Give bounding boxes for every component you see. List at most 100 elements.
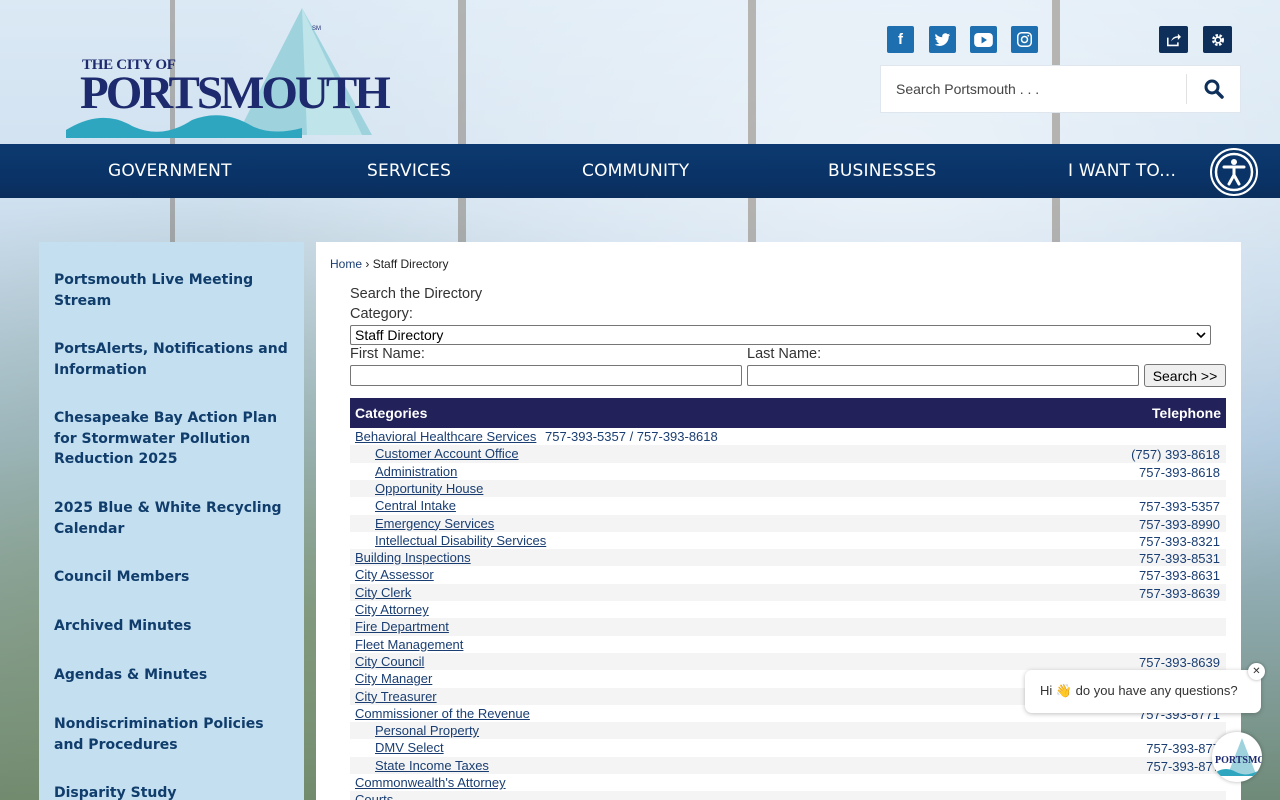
- table-row: Commonwealth's Attorney: [350, 774, 1226, 791]
- table-row: Fire Department: [350, 618, 1226, 636]
- search-button[interactable]: [1186, 74, 1240, 104]
- telephone-cell: 757-393-8631: [1139, 568, 1220, 584]
- category-link[interactable]: DMV Select: [375, 739, 444, 756]
- chat-message: Hi 👋 do you have any questions?: [1040, 683, 1238, 698]
- table-row: City Clerk 757-393-8639: [350, 583, 1226, 601]
- breadcrumb-separator: ›: [365, 257, 370, 271]
- telephone-cell: 757-393-8639: [1139, 585, 1220, 601]
- table-row: City Council 757-393-8639: [350, 652, 1226, 671]
- breadcrumb-current: Staff Directory: [372, 257, 449, 271]
- category-link[interactable]: Fire Department: [355, 618, 449, 635]
- nav-businesses[interactable]: BUSINESSES: [828, 144, 936, 198]
- accessibility-icon: [1214, 152, 1254, 192]
- site-search: [880, 65, 1241, 113]
- category-select[interactable]: Staff Directory: [350, 325, 1211, 345]
- category-link[interactable]: Commonwealth's Attorney: [355, 774, 506, 791]
- last-name-label: Last Name:: [747, 346, 822, 362]
- chat-logo-icon: PORTSMOUTH: [1215, 738, 1262, 776]
- category-link[interactable]: Building Inspections: [355, 549, 471, 566]
- youtube-icon[interactable]: [970, 26, 997, 53]
- category-link[interactable]: City Manager: [355, 670, 432, 687]
- category-link[interactable]: Opportunity House: [375, 480, 483, 497]
- category-link[interactable]: City Treasurer: [355, 688, 437, 705]
- sidebar-item-live-stream[interactable]: Portsmouth Live Meeting Stream: [54, 270, 289, 311]
- search-input[interactable]: [881, 66, 1187, 112]
- table-row: Central Intake 757-393-5357: [350, 497, 1226, 514]
- telephone-cell: 757-393-8618: [1139, 464, 1220, 480]
- main-nav: GOVERNMENT SERVICES COMMUNITY BUSINESSES…: [0, 144, 1280, 198]
- table-row: Behavioral Healthcare Services 757-393-53…: [350, 428, 1226, 445]
- telephone-cell: 757-393-877: [1146, 741, 1220, 757]
- sidebar-item-disparity-study[interactable]: Disparity Study: [54, 783, 289, 800]
- facebook-icon[interactable]: f: [887, 26, 914, 53]
- sidebar-item-chesapeake-plan[interactable]: Chesapeake Bay Action Plan for Stormwate…: [54, 408, 289, 470]
- chat-bubble[interactable]: Hi 👋 do you have any questions?: [1025, 670, 1261, 713]
- last-name-input[interactable]: [747, 365, 1139, 386]
- telephone-cell: 757-393-5357: [1139, 499, 1220, 515]
- telephone-cell: 757-393-8639: [1139, 654, 1220, 670]
- accessibility-button[interactable]: [1210, 148, 1258, 196]
- sidebar-item-portsalerts[interactable]: PortsAlerts, Notifications and Informati…: [54, 339, 289, 380]
- category-link[interactable]: City Clerk: [355, 584, 411, 601]
- category-link[interactable]: Personal Property: [375, 722, 479, 739]
- nav-government[interactable]: GOVERNMENT: [108, 144, 232, 198]
- table-row: Emergency Services 757-393-8990: [350, 514, 1226, 532]
- category-link[interactable]: Behavioral Healthcare Services: [355, 428, 536, 445]
- sidebar-item-recycling-calendar[interactable]: 2025 Blue & White Recycling Calendar: [54, 498, 289, 539]
- category-link[interactable]: City Council: [355, 653, 424, 670]
- gear-icon[interactable]: [1203, 26, 1232, 53]
- category-link[interactable]: Customer Account Office: [375, 445, 519, 462]
- sidebar-item-nondiscrimination[interactable]: Nondiscrimination Policies and Procedure…: [54, 714, 289, 755]
- breadcrumb: Home › Staff Directory: [330, 257, 449, 271]
- telephone-cell: 757-393-8990: [1139, 516, 1220, 532]
- table-row: Courts: [350, 791, 1226, 800]
- twitter-icon[interactable]: [929, 26, 956, 53]
- category-phone-note: 757-393-5357 / 757-393-8618: [545, 429, 718, 444]
- first-name-input[interactable]: [350, 365, 742, 386]
- main-content: Home › Staff Directory Search the Direct…: [316, 242, 1241, 800]
- sidebar-item-agendas-minutes[interactable]: Agendas & Minutes: [54, 665, 289, 686]
- directory-heading: Search the Directory: [350, 286, 483, 302]
- category-link[interactable]: Fleet Management: [355, 636, 463, 653]
- telephone-cell: (757) 393-8618: [1131, 447, 1220, 463]
- logo-line2: PORTSMOUTH: [80, 67, 391, 119]
- sidebar-item-archived-minutes[interactable]: Archived Minutes: [54, 616, 289, 637]
- chat-avatar[interactable]: PORTSMOUTH: [1212, 732, 1262, 782]
- logo-mark: SM: [312, 26, 321, 32]
- nav-i-want-to[interactable]: I WANT TO...: [1068, 144, 1176, 198]
- category-link[interactable]: Courts: [355, 791, 393, 800]
- nav-services[interactable]: SERVICES: [367, 144, 451, 198]
- table-header: Categories Telephone: [350, 398, 1226, 428]
- chevron-down-icon: [1196, 332, 1206, 339]
- telephone-cell: 757-393-877: [1146, 758, 1220, 774]
- category-link[interactable]: State Income Taxes: [375, 757, 489, 774]
- share-icon[interactable]: [1159, 26, 1188, 53]
- site-header: THE CITY OF PORTSMOUTH SM f: [0, 0, 1280, 144]
- table-row: Intellectual Disability Services 757-393-…: [350, 532, 1226, 549]
- table-row: Fleet Management: [350, 636, 1226, 653]
- chat-avatar-label: PORTSMOUTH: [1215, 755, 1262, 766]
- directory-search-button[interactable]: Search >>: [1144, 364, 1226, 387]
- category-link[interactable]: Emergency Services: [375, 515, 494, 532]
- table-row: DMV Select 757-393-877: [350, 739, 1226, 756]
- category-link[interactable]: Commissioner of the Revenue: [355, 705, 530, 722]
- column-categories: Categories: [355, 405, 428, 421]
- table-row: Customer Account Office (757) 393-8618: [350, 445, 1226, 463]
- category-link[interactable]: City Attorney: [355, 601, 429, 618]
- nav-community[interactable]: COMMUNITY: [582, 144, 689, 198]
- table-row: Administration 757-393-8618: [350, 463, 1226, 480]
- category-link[interactable]: Administration: [375, 463, 457, 480]
- table-row: City Assessor 757-393-8631: [350, 566, 1226, 583]
- city-logo[interactable]: THE CITY OF PORTSMOUTH SM: [62, 8, 391, 138]
- chat-close-button[interactable]: ✕: [1248, 663, 1265, 680]
- sidebar: Portsmouth Live Meeting Stream PortsAler…: [39, 242, 304, 800]
- sidebar-item-council-members[interactable]: Council Members: [54, 567, 289, 588]
- instagram-icon[interactable]: [1011, 26, 1038, 53]
- breadcrumb-home[interactable]: Home: [330, 257, 362, 271]
- telephone-cell: 757-393-8531: [1139, 551, 1220, 567]
- category-link[interactable]: City Assessor: [355, 566, 434, 583]
- table-row: Building Inspections 757-393-8531: [350, 549, 1226, 567]
- category-link[interactable]: Central Intake: [375, 497, 456, 514]
- search-icon: [1204, 79, 1224, 99]
- category-link[interactable]: Intellectual Disability Services: [375, 532, 546, 549]
